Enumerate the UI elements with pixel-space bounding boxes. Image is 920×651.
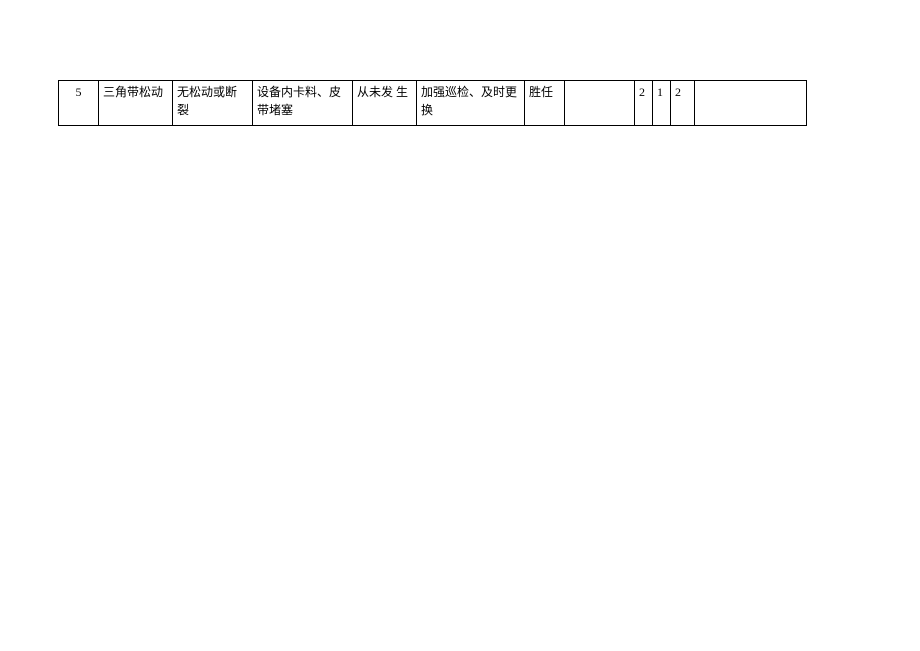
cell-blank-1 [565, 81, 635, 126]
cell-issue: 设备内卡料、皮带堵塞 [253, 81, 353, 126]
cell-status: 无松动或断裂 [173, 81, 253, 126]
cell-frequency: 从未发 生 [353, 81, 417, 126]
cell-n1: 2 [635, 81, 653, 126]
document-page: 5 三角带松动 无松动或断裂 设备内卡料、皮带堵塞 从未发 生 加强巡检、及时更… [0, 0, 920, 651]
cell-blank-2 [695, 81, 807, 126]
cell-measure: 加强巡检、及时更换 [417, 81, 525, 126]
cell-item: 三角带松动 [99, 81, 173, 126]
table-row: 5 三角带松动 无松动或断裂 设备内卡料、皮带堵塞 从未发 生 加强巡检、及时更… [59, 81, 807, 126]
cell-n3: 2 [671, 81, 695, 126]
cell-index: 5 [59, 81, 99, 126]
cell-n2: 1 [653, 81, 671, 126]
cell-competence: 胜任 [525, 81, 565, 126]
data-table: 5 三角带松动 无松动或断裂 设备内卡料、皮带堵塞 从未发 生 加强巡检、及时更… [58, 80, 807, 126]
